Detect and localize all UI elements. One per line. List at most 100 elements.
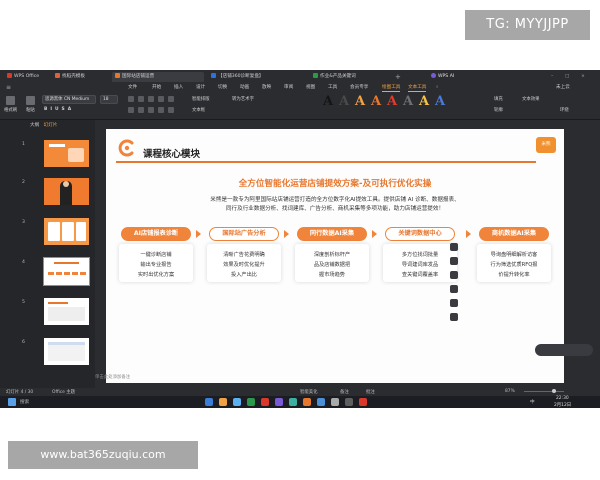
font-size-select[interactable]: 18	[100, 95, 118, 104]
font-name-select[interactable]: 思源黑体 CN Medium	[42, 95, 96, 104]
taskbar-app-icon[interactable]	[233, 398, 241, 406]
remark-button[interactable]: 备注	[340, 389, 349, 395]
layer-icon[interactable]	[450, 257, 458, 265]
more-icon[interactable]	[450, 313, 458, 321]
slide[interactable]: 课程核心模块 米熊 全方位智能化运营店铺提效方案-及可执行优化实操 米熊是一款专…	[106, 129, 564, 383]
slide-thumbnail-2[interactable]	[44, 178, 89, 205]
screenshot: WPS Office 找稻壳模板 国际站店铺运营 【店铺360诊断复盘】 作业&…	[0, 70, 600, 408]
zoom-slider[interactable]	[524, 391, 564, 392]
taskbar-app-icon[interactable]	[317, 398, 325, 406]
menu-review[interactable]: 审阅	[284, 83, 293, 92]
color-icon[interactable]	[450, 299, 458, 307]
minimize-icon[interactable]: –	[548, 72, 560, 82]
text-box-button[interactable]: 文本框	[192, 107, 205, 113]
menu-file[interactable]: 文件	[128, 83, 137, 92]
comment-button[interactable]: 批注	[366, 389, 375, 395]
menu-tools[interactable]: 工具	[328, 83, 337, 92]
text-style-buttons[interactable]: BIUSA	[44, 107, 74, 112]
tab-templates[interactable]: 找稻壳模板	[52, 72, 108, 82]
smart-beautify-button[interactable]: 智能美化	[300, 389, 318, 395]
taskbar-app-icon[interactable]	[219, 398, 227, 406]
maximize-icon[interactable]: □	[562, 72, 574, 82]
menu-transition[interactable]: 切换	[218, 83, 227, 92]
art-style-5[interactable]: A	[386, 95, 398, 109]
clock-date[interactable]: 2月12日	[554, 402, 571, 408]
menu-animation[interactable]: 动画	[240, 83, 249, 92]
convert-art-button[interactable]: 转为艺术字	[232, 96, 254, 102]
taskbar-app-icon[interactable]	[345, 398, 353, 406]
outdent-icon[interactable]	[158, 107, 164, 113]
wps-ai-button[interactable]: WPS AI	[428, 72, 468, 82]
art-style-1[interactable]: A	[322, 95, 334, 109]
close-icon[interactable]: ×	[578, 72, 590, 82]
taskbar-app-icon[interactable]	[275, 398, 283, 406]
text-direction-icon[interactable]	[168, 107, 174, 113]
slide-thumbnail-1[interactable]	[44, 140, 89, 167]
justify-icon[interactable]	[158, 96, 164, 102]
zoom-level[interactable]: 87%	[505, 389, 515, 394]
art-style-2[interactable]: A	[338, 95, 350, 109]
taskbar-app-icon[interactable]	[247, 398, 255, 406]
taskbar-app-icon[interactable]	[261, 398, 269, 406]
art-style-7[interactable]: A	[418, 95, 430, 109]
slide-thumbnail-3[interactable]	[44, 218, 89, 245]
tab-outline[interactable]: 大纲	[30, 123, 39, 128]
smart-format-button[interactable]: 智能排版	[192, 96, 210, 102]
hamburger-icon[interactable]: ≡	[6, 83, 16, 92]
tab-keyword-sheet[interactable]: 作业&产品关键词	[310, 72, 386, 82]
edit-icon[interactable]	[450, 271, 458, 279]
numbering-icon[interactable]	[138, 107, 144, 113]
taskbar-search[interactable]: 搜索	[20, 399, 29, 405]
paste-icon[interactable]	[26, 96, 35, 105]
slide-thumbnail-5[interactable]	[44, 298, 89, 325]
art-style-6[interactable]: A	[402, 95, 414, 109]
tab-slides[interactable]: 幻灯片	[44, 123, 58, 128]
taskbar-app-icon[interactable]	[331, 398, 339, 406]
text-effect-button[interactable]: 文本效果	[522, 96, 540, 102]
slide-thumbnail-6[interactable]	[44, 338, 89, 365]
menu-text-tools[interactable]: 文本工具	[408, 83, 427, 92]
wrap-button[interactable]: 环绕	[560, 107, 569, 113]
search-icon[interactable]: ⌕	[436, 83, 439, 92]
menu-view[interactable]: 视图	[306, 83, 315, 92]
line-spacing-icon[interactable]	[168, 96, 174, 102]
input-language[interactable]: 中	[530, 399, 535, 405]
clock-time[interactable]: 22:30	[556, 396, 569, 401]
module-line: 价提升转化率	[498, 272, 530, 278]
new-tab-button[interactable]: +	[392, 72, 404, 82]
weather-icon[interactable]	[8, 398, 16, 406]
start-icon[interactable]	[205, 398, 213, 406]
tab-wps-office[interactable]: WPS Office	[4, 72, 48, 82]
taskbar-app-icon[interactable]	[289, 398, 297, 406]
notes-placeholder[interactable]: 单击此处添加备注	[95, 374, 130, 380]
align-center-icon[interactable]	[138, 96, 144, 102]
menu-insert[interactable]: 插入	[174, 83, 183, 92]
format-painter-icon[interactable]	[6, 96, 15, 105]
align-left-icon[interactable]	[128, 96, 134, 102]
menu-member[interactable]: 会员专享	[350, 83, 368, 92]
menu-design[interactable]: 设计	[196, 83, 205, 92]
art-style-3[interactable]: A	[354, 95, 366, 109]
indent-icon[interactable]	[148, 107, 154, 113]
cloud-status[interactable]: 未上云	[556, 83, 570, 92]
menu-drawing-tools[interactable]: 绘图工具	[382, 83, 401, 92]
tab-diagnosis-doc[interactable]: 【店铺360诊断复盘】	[208, 72, 306, 82]
ai-tool-icon[interactable]	[450, 243, 458, 251]
align-right-icon[interactable]	[148, 96, 154, 102]
art-style-4[interactable]: A	[370, 95, 382, 109]
tab-presentation[interactable]: 国际站店铺运营	[112, 72, 204, 82]
thumb-number: 3	[22, 220, 25, 225]
shape-icon[interactable]	[450, 285, 458, 293]
zoom-slider-handle[interactable]	[552, 389, 556, 393]
slide-thumbnail-4[interactable]	[43, 257, 90, 286]
menu-home[interactable]: 开始	[152, 83, 161, 92]
taskbar-app-icon[interactable]	[303, 398, 311, 406]
bullets-icon[interactable]	[128, 107, 134, 113]
art-style-8[interactable]: A	[434, 95, 446, 109]
view-mode-bubble[interactable]	[535, 344, 593, 356]
outline-button[interactable]: 轮廓	[494, 107, 503, 113]
wps-taskbar-icon[interactable]	[359, 398, 367, 406]
menu-slideshow[interactable]: 放映	[262, 83, 271, 92]
module-title: 国际站广告分析	[209, 227, 279, 241]
fill-button[interactable]: 填充	[494, 96, 503, 102]
